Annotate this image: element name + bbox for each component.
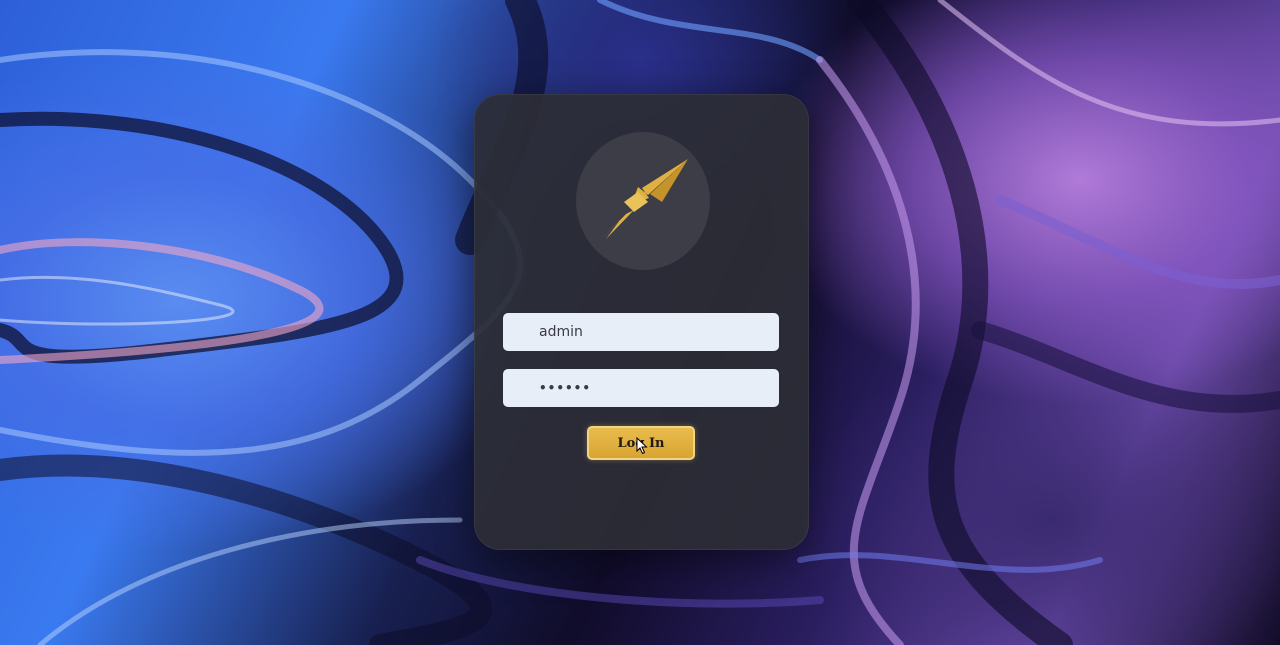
username-value: admin <box>539 324 583 340</box>
mouse-pointer-icon <box>636 437 648 455</box>
login-card: admin •••••• Log In <box>474 94 809 550</box>
password-field[interactable]: •••••• <box>503 369 779 407</box>
rocket-logo-icon <box>598 159 688 243</box>
logo-circle <box>576 132 710 270</box>
password-value: •••••• <box>539 381 592 395</box>
username-field[interactable]: admin <box>503 313 779 351</box>
